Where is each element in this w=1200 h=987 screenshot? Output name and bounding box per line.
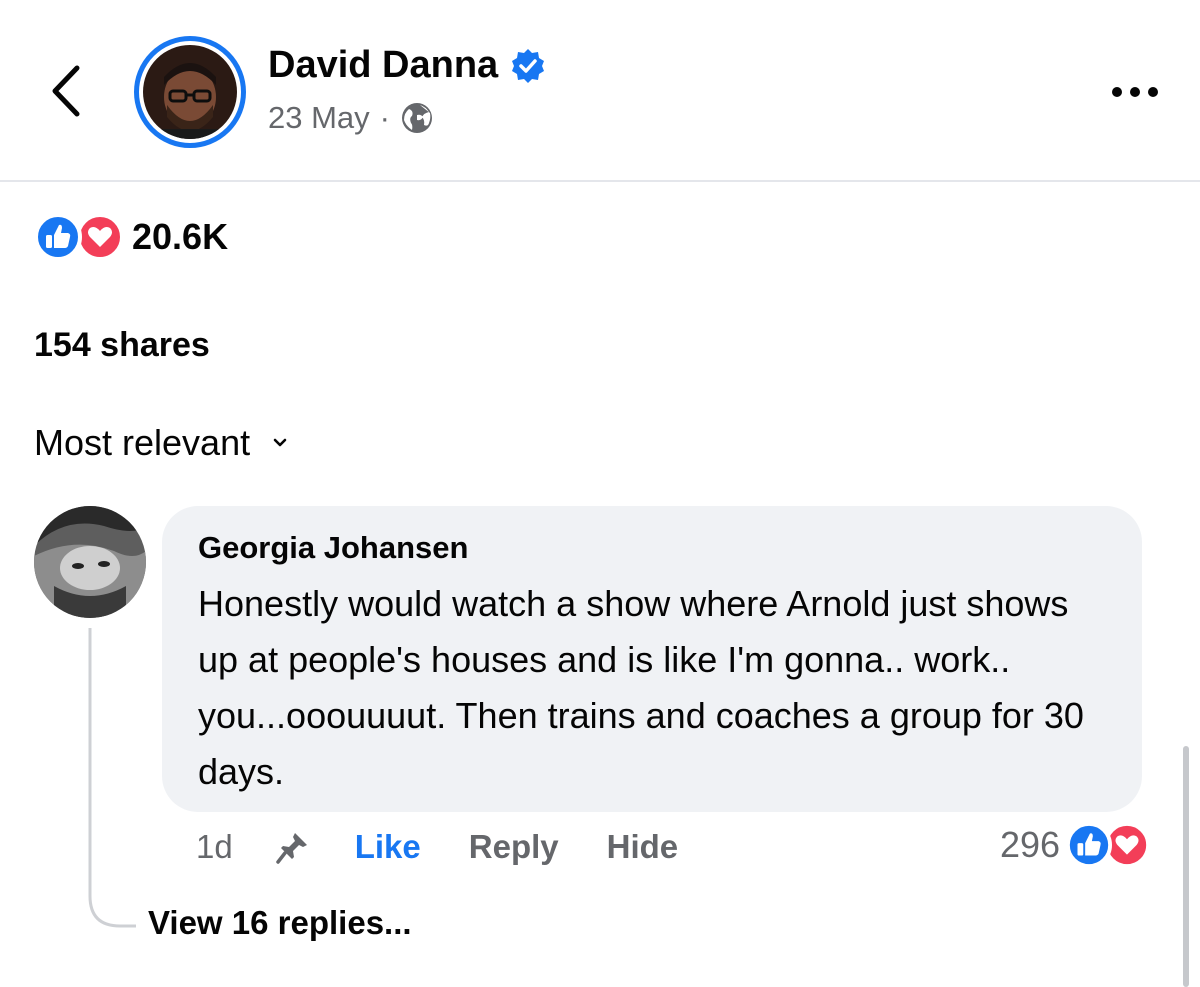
back-button[interactable]	[38, 58, 94, 124]
author-avatar[interactable]	[134, 36, 246, 148]
hide-button[interactable]: Hide	[607, 828, 679, 866]
view-replies-link[interactable]: View 16 replies...	[148, 904, 412, 942]
more-options-button[interactable]	[1100, 72, 1170, 112]
comment-reaction-count: 296	[1000, 824, 1061, 865]
love-icon	[76, 213, 124, 261]
chevron-down-icon	[273, 438, 287, 447]
globe-icon	[402, 103, 432, 133]
reaction-icons	[34, 212, 126, 262]
verified-badge-icon	[512, 48, 545, 83]
avatar	[143, 45, 237, 139]
like-icon	[1066, 822, 1113, 868]
author-block[interactable]: David Danna	[268, 44, 546, 87]
post-date[interactable]: 23 May	[268, 100, 370, 136]
header-divider	[0, 180, 1200, 182]
post-meta: 23 May ·	[268, 100, 434, 136]
reply-button[interactable]: Reply	[469, 828, 559, 866]
reactions-summary[interactable]: 20.6K	[34, 212, 228, 262]
comment-actions: 1d Like Reply Hide	[196, 828, 678, 866]
comment-bubble: Georgia Johansen Honestly would watch a …	[162, 506, 1142, 812]
comment-reactions[interactable]: 296	[1000, 822, 1151, 868]
chevron-left-icon	[52, 65, 80, 117]
comment-text: Honestly would watch a show where Arnold…	[198, 583, 1084, 792]
like-button[interactable]: Like	[355, 828, 421, 866]
like-icon	[34, 213, 82, 261]
shares-count[interactable]: 154 shares	[34, 326, 210, 365]
scrollbar[interactable]	[1183, 746, 1189, 987]
dot	[1112, 87, 1122, 97]
pin-icon	[275, 833, 307, 864]
sort-label: Most relevant	[34, 422, 251, 463]
comment-sort-dropdown[interactable]: Most relevant	[34, 422, 288, 464]
thread-line	[88, 628, 136, 928]
commenter-avatar[interactable]	[34, 506, 146, 618]
reaction-count: 20.6K	[132, 216, 229, 257]
dot	[1148, 87, 1158, 97]
author-name[interactable]: David Danna	[268, 44, 498, 87]
comment-time[interactable]: 1d	[196, 828, 233, 866]
meta-separator: ·	[379, 100, 390, 135]
comment-reaction-icons	[1066, 822, 1151, 868]
dot	[1130, 87, 1140, 97]
comment-author[interactable]: Georgia Johansen	[198, 530, 1106, 566]
